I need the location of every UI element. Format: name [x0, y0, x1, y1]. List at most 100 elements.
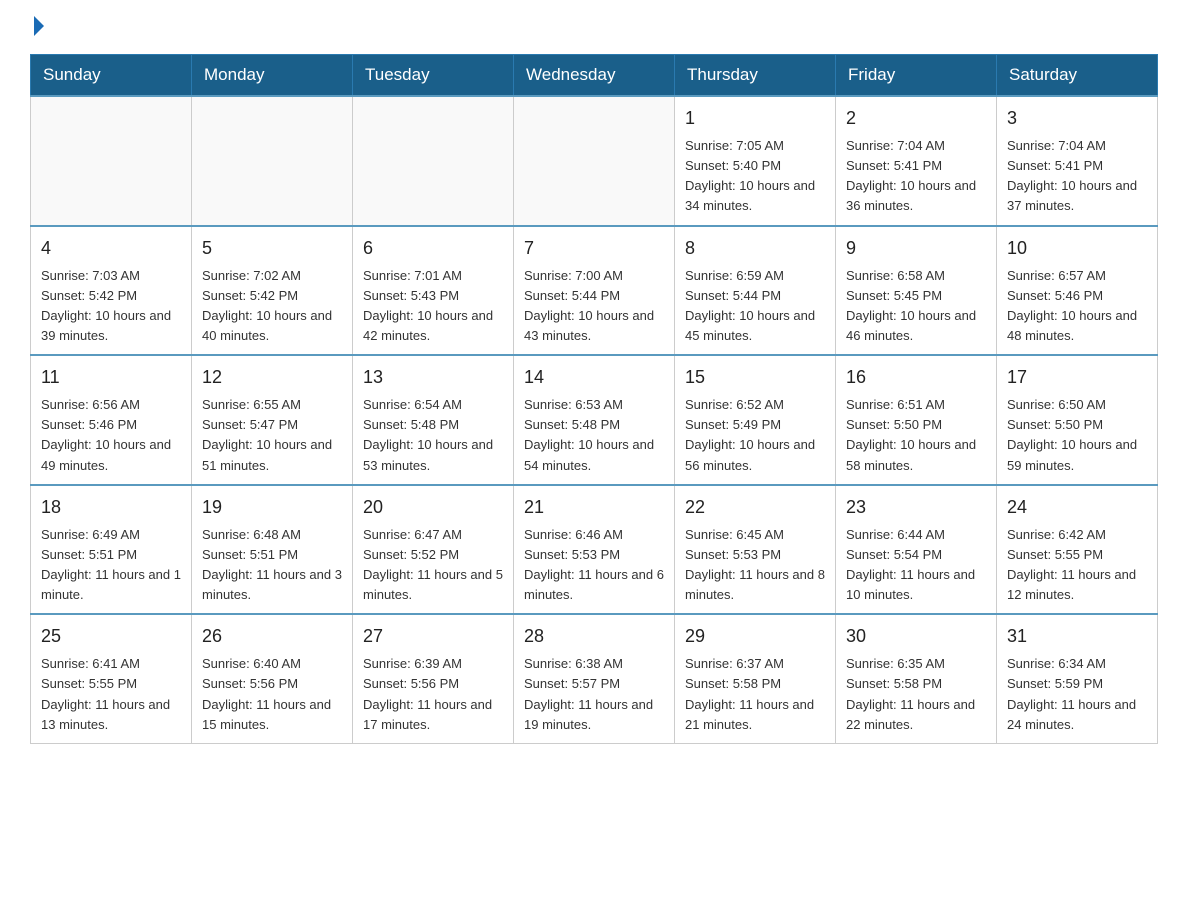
day-number: 1 — [685, 105, 825, 132]
day-number: 28 — [524, 623, 664, 650]
logo — [30, 20, 44, 36]
calendar-cell — [31, 96, 192, 226]
day-info: Sunrise: 6:48 AM Sunset: 5:51 PM Dayligh… — [202, 525, 342, 606]
day-info: Sunrise: 6:58 AM Sunset: 5:45 PM Dayligh… — [846, 266, 986, 347]
day-number: 11 — [41, 364, 181, 391]
day-number: 17 — [1007, 364, 1147, 391]
day-info: Sunrise: 7:05 AM Sunset: 5:40 PM Dayligh… — [685, 136, 825, 217]
week-row-4: 18 Sunrise: 6:49 AM Sunset: 5:51 PM Dayli… — [31, 485, 1158, 615]
day-number: 25 — [41, 623, 181, 650]
day-number: 10 — [1007, 235, 1147, 262]
calendar-cell: 8 Sunrise: 6:59 AM Sunset: 5:44 PM Daylig… — [675, 226, 836, 356]
calendar-cell: 5 Sunrise: 7:02 AM Sunset: 5:42 PM Daylig… — [192, 226, 353, 356]
calendar-cell: 22 Sunrise: 6:45 AM Sunset: 5:53 PM Dayli… — [675, 485, 836, 615]
day-header-friday: Friday — [836, 55, 997, 97]
calendar-cell: 12 Sunrise: 6:55 AM Sunset: 5:47 PM Dayli… — [192, 355, 353, 485]
day-info: Sunrise: 6:35 AM Sunset: 5:58 PM Dayligh… — [846, 654, 986, 735]
day-number: 19 — [202, 494, 342, 521]
day-number: 3 — [1007, 105, 1147, 132]
week-row-5: 25 Sunrise: 6:41 AM Sunset: 5:55 PM Dayli… — [31, 614, 1158, 743]
calendar-cell: 18 Sunrise: 6:49 AM Sunset: 5:51 PM Dayli… — [31, 485, 192, 615]
day-info: Sunrise: 6:49 AM Sunset: 5:51 PM Dayligh… — [41, 525, 181, 606]
day-info: Sunrise: 6:59 AM Sunset: 5:44 PM Dayligh… — [685, 266, 825, 347]
day-info: Sunrise: 6:44 AM Sunset: 5:54 PM Dayligh… — [846, 525, 986, 606]
calendar-cell: 19 Sunrise: 6:48 AM Sunset: 5:51 PM Dayli… — [192, 485, 353, 615]
day-number: 4 — [41, 235, 181, 262]
calendar-cell: 10 Sunrise: 6:57 AM Sunset: 5:46 PM Dayli… — [997, 226, 1158, 356]
calendar-cell: 27 Sunrise: 6:39 AM Sunset: 5:56 PM Dayli… — [353, 614, 514, 743]
day-info: Sunrise: 6:40 AM Sunset: 5:56 PM Dayligh… — [202, 654, 342, 735]
calendar-cell — [514, 96, 675, 226]
day-header-sunday: Sunday — [31, 55, 192, 97]
day-number: 20 — [363, 494, 503, 521]
day-info: Sunrise: 6:34 AM Sunset: 5:59 PM Dayligh… — [1007, 654, 1147, 735]
day-info: Sunrise: 7:04 AM Sunset: 5:41 PM Dayligh… — [1007, 136, 1147, 217]
day-info: Sunrise: 7:01 AM Sunset: 5:43 PM Dayligh… — [363, 266, 503, 347]
calendar-header-row: SundayMondayTuesdayWednesdayThursdayFrid… — [31, 55, 1158, 97]
day-number: 21 — [524, 494, 664, 521]
calendar-cell: 3 Sunrise: 7:04 AM Sunset: 5:41 PM Daylig… — [997, 96, 1158, 226]
calendar-cell: 16 Sunrise: 6:51 AM Sunset: 5:50 PM Dayli… — [836, 355, 997, 485]
calendar-cell: 20 Sunrise: 6:47 AM Sunset: 5:52 PM Dayli… — [353, 485, 514, 615]
day-info: Sunrise: 6:55 AM Sunset: 5:47 PM Dayligh… — [202, 395, 342, 476]
calendar-cell: 25 Sunrise: 6:41 AM Sunset: 5:55 PM Dayli… — [31, 614, 192, 743]
day-info: Sunrise: 6:54 AM Sunset: 5:48 PM Dayligh… — [363, 395, 503, 476]
day-info: Sunrise: 6:45 AM Sunset: 5:53 PM Dayligh… — [685, 525, 825, 606]
calendar-cell: 21 Sunrise: 6:46 AM Sunset: 5:53 PM Dayli… — [514, 485, 675, 615]
day-info: Sunrise: 6:46 AM Sunset: 5:53 PM Dayligh… — [524, 525, 664, 606]
day-number: 9 — [846, 235, 986, 262]
calendar-cell: 17 Sunrise: 6:50 AM Sunset: 5:50 PM Dayli… — [997, 355, 1158, 485]
calendar-cell: 29Sunrise: 6:37 AM Sunset: 5:58 PM Dayli… — [675, 614, 836, 743]
day-info: Sunrise: 6:56 AM Sunset: 5:46 PM Dayligh… — [41, 395, 181, 476]
day-info: Sunrise: 6:57 AM Sunset: 5:46 PM Dayligh… — [1007, 266, 1147, 347]
calendar-cell: 6 Sunrise: 7:01 AM Sunset: 5:43 PM Daylig… — [353, 226, 514, 356]
day-number: 7 — [524, 235, 664, 262]
header — [30, 20, 1158, 36]
day-number: 27 — [363, 623, 503, 650]
day-header-monday: Monday — [192, 55, 353, 97]
day-info: Sunrise: 6:42 AM Sunset: 5:55 PM Dayligh… — [1007, 525, 1147, 606]
calendar-cell — [353, 96, 514, 226]
day-header-tuesday: Tuesday — [353, 55, 514, 97]
day-header-saturday: Saturday — [997, 55, 1158, 97]
day-number: 22 — [685, 494, 825, 521]
calendar-cell — [192, 96, 353, 226]
calendar-table: SundayMondayTuesdayWednesdayThursdayFrid… — [30, 54, 1158, 744]
day-number: 14 — [524, 364, 664, 391]
day-info: Sunrise: 7:02 AM Sunset: 5:42 PM Dayligh… — [202, 266, 342, 347]
day-number: 13 — [363, 364, 503, 391]
day-number: 26 — [202, 623, 342, 650]
logo-triangle-icon — [34, 16, 44, 36]
day-number: 6 — [363, 235, 503, 262]
day-info: Sunrise: 6:53 AM Sunset: 5:48 PM Dayligh… — [524, 395, 664, 476]
day-info: Sunrise: 6:50 AM Sunset: 5:50 PM Dayligh… — [1007, 395, 1147, 476]
day-number: 29 — [685, 623, 825, 650]
calendar-cell: 13 Sunrise: 6:54 AM Sunset: 5:48 PM Dayli… — [353, 355, 514, 485]
day-number: 18 — [41, 494, 181, 521]
calendar-cell: 23 Sunrise: 6:44 AM Sunset: 5:54 PM Dayli… — [836, 485, 997, 615]
day-number: 30 — [846, 623, 986, 650]
day-number: 23 — [846, 494, 986, 521]
day-info: Sunrise: 7:04 AM Sunset: 5:41 PM Dayligh… — [846, 136, 986, 217]
week-row-1: 1 Sunrise: 7:05 AM Sunset: 5:40 PM Daylig… — [31, 96, 1158, 226]
day-header-thursday: Thursday — [675, 55, 836, 97]
day-number: 8 — [685, 235, 825, 262]
day-header-wednesday: Wednesday — [514, 55, 675, 97]
day-info: Sunrise: 7:00 AM Sunset: 5:44 PM Dayligh… — [524, 266, 664, 347]
day-number: 24 — [1007, 494, 1147, 521]
day-info: Sunrise: 7:03 AM Sunset: 5:42 PM Dayligh… — [41, 266, 181, 347]
week-row-3: 11 Sunrise: 6:56 AM Sunset: 5:46 PM Dayli… — [31, 355, 1158, 485]
calendar-cell: 15Sunrise: 6:52 AM Sunset: 5:49 PM Dayli… — [675, 355, 836, 485]
calendar-cell: 28Sunrise: 6:38 AM Sunset: 5:57 PM Dayli… — [514, 614, 675, 743]
day-info: Sunrise: 6:47 AM Sunset: 5:52 PM Dayligh… — [363, 525, 503, 606]
day-number: 12 — [202, 364, 342, 391]
calendar-cell: 2Sunrise: 7:04 AM Sunset: 5:41 PM Daylig… — [836, 96, 997, 226]
day-info: Sunrise: 6:41 AM Sunset: 5:55 PM Dayligh… — [41, 654, 181, 735]
calendar-cell: 30 Sunrise: 6:35 AM Sunset: 5:58 PM Dayli… — [836, 614, 997, 743]
calendar-cell: 14 Sunrise: 6:53 AM Sunset: 5:48 PM Dayli… — [514, 355, 675, 485]
day-number: 5 — [202, 235, 342, 262]
calendar-cell: 24 Sunrise: 6:42 AM Sunset: 5:55 PM Dayli… — [997, 485, 1158, 615]
day-info: Sunrise: 6:51 AM Sunset: 5:50 PM Dayligh… — [846, 395, 986, 476]
day-number: 16 — [846, 364, 986, 391]
day-info: Sunrise: 6:39 AM Sunset: 5:56 PM Dayligh… — [363, 654, 503, 735]
